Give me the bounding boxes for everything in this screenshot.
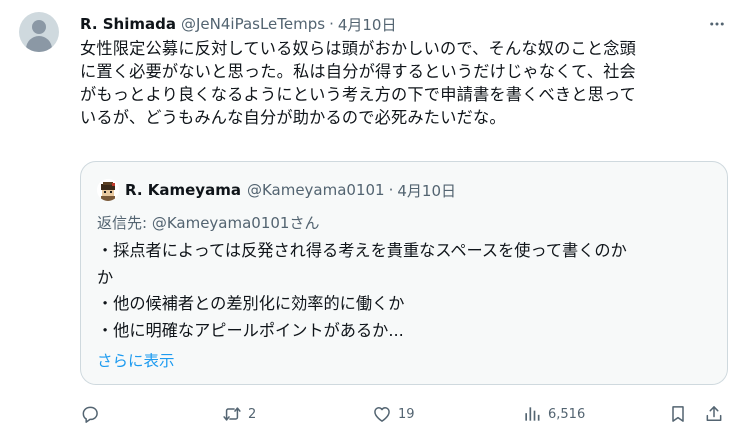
heart-icon [374, 407, 390, 422]
quote-text-line: か [97, 267, 114, 287]
bookmark-button[interactable] [668, 400, 688, 428]
quote-reply-to: 返信先: @Kameyama0101さん [97, 214, 320, 232]
quote-text-line: ・他に明確なアピールポイントがあるか... [97, 320, 404, 340]
like-count: 19 [398, 406, 415, 422]
quote-author-handle: @Kameyama0101 [246, 181, 385, 199]
retweet-icon [223, 407, 241, 421]
tweet-text: 女性限定公募に反対している奴らは頭がおかしいので、そんな奴のこと念頭 に置く必要… [80, 37, 720, 129]
retweet-count: 2 [248, 406, 257, 422]
quote-text-line: ・他の候補者との差別化に効率的に働くか [97, 294, 405, 313]
tweet-text-line: がもっとより良くなるようにという考え方の下で申請書を書くべきと思って [80, 85, 637, 104]
quote-text: ・採点者によっては反発され得る考えを貴重なスペースを使って書くのか か ・他の候… [97, 238, 717, 344]
show-more-link[interactable]: さらに表示 [97, 349, 175, 371]
bookmark-icon [672, 406, 684, 422]
share-button[interactable] [704, 400, 724, 428]
author-avatar[interactable] [19, 12, 59, 52]
more-options-button[interactable] [707, 14, 727, 34]
views-button[interactable]: 6,516 [522, 400, 585, 428]
tweet-header: R. Shimada @JeN4iPasLeTemps · 4月10日 [80, 14, 396, 34]
header-separator: · [329, 15, 334, 33]
quote-author-avatar [97, 179, 119, 201]
share-icon [706, 406, 722, 421]
avatar-body-shape [26, 36, 52, 52]
author-handle[interactable]: @JeN4iPasLeTemps [181, 15, 325, 33]
retweet-button[interactable]: 2 [222, 400, 256, 428]
quote-header-separator: · [388, 181, 394, 199]
tweet-text-line: に置く必要がないと思った。私は自分が得するというだけじゃなくて、社会 [80, 62, 636, 81]
more-icon [710, 22, 724, 26]
author-name[interactable]: R. Shimada [80, 15, 176, 33]
avatar-head-shape [32, 20, 46, 34]
quote-date: 4月10日 [397, 181, 457, 200]
tweet-text-line: 女性限定公募に反対している奴らは頭がおかしいので、そんな奴のこと念頭 [80, 39, 637, 58]
reply-icon [82, 406, 98, 423]
tweet-action-bar: 2 19 6,516 [80, 400, 730, 428]
like-button[interactable]: 19 [372, 400, 415, 428]
views-count: 6,516 [548, 406, 586, 422]
quote-text-line: ・採点者によっては反発され得る考えを貴重なスペースを使って書くのか [97, 241, 627, 260]
quote-header: R. Kameyama @Kameyama0101 · 4月10日 [97, 179, 456, 201]
quoted-tweet[interactable]: R. Kameyama @Kameyama0101 · 4月10日 返信先: @… [80, 161, 728, 385]
analytics-icon [525, 407, 540, 421]
quote-author-name: R. Kameyama [125, 181, 241, 199]
tweet-date[interactable]: 4月10日 [338, 14, 397, 35]
tweet-text-line: いるが、どうもみんな自分が助かるので必死みたいだな。 [80, 108, 506, 127]
pixel-avatar-icon [97, 179, 119, 201]
reply-button[interactable] [80, 400, 100, 428]
